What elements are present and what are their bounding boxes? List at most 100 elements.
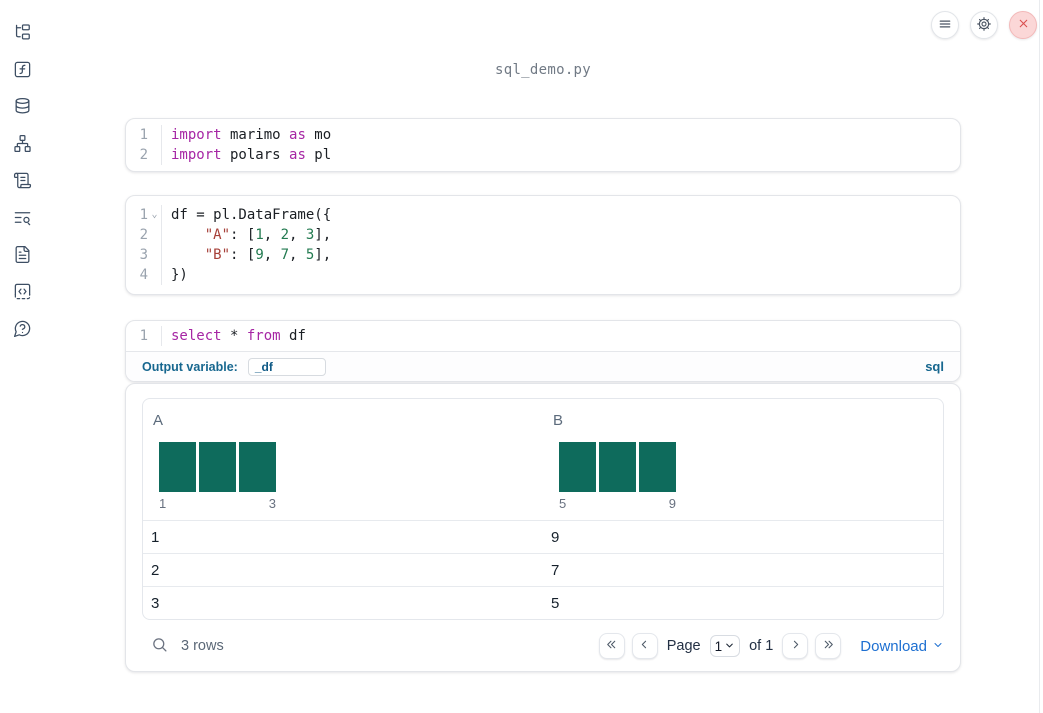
sidebar-item-outline[interactable] [13,172,32,191]
code-text: df = pl.DataFrame({ [161,205,960,225]
token: * [221,328,247,344]
token: df = pl.DataFrame({ [171,207,332,223]
sidebar-item-logs[interactable] [13,209,32,228]
token: , [289,227,306,243]
table-search-button[interactable] [151,636,168,656]
fold-gutter [148,145,161,165]
output-variable-input[interactable]: _df [247,357,326,376]
hist-max-label: 3 [268,496,276,511]
token: pl [305,147,332,163]
hist-axis-labels: 13 [159,496,276,511]
notebook-filename: sql_demo.py [494,62,592,78]
row-count: 3 rows [181,638,224,654]
hist-bar [599,442,636,492]
token: polars [221,147,290,163]
search-icon [151,636,168,656]
folder-tree-icon [13,23,32,45]
output-panel: A13B59 192735 3 rows Page 1 of 1 Downloa… [125,383,961,672]
token: 9 [255,247,264,263]
code-line: 1 ⌄ df = pl.DataFrame({ [126,205,960,225]
code-editor[interactable]: 1 ⌄ df = pl.DataFrame({2 "A": [1, 2, 3], 3 … [126,196,960,294]
scroll-icon [13,171,32,193]
page-label: Page [666,638,701,654]
code-line: 2 "A": [1, 2, 3], [126,225,960,245]
token: 1 [255,227,264,243]
token: from [246,328,281,344]
next-page-button[interactable] [782,633,809,659]
shutdown-button[interactable] [1009,11,1037,39]
chevrons-right-icon [822,638,835,654]
chevrons-left-icon [605,638,618,654]
hist-axis-labels: 59 [559,496,676,511]
chevron-down-icon [724,639,735,654]
sql-editor[interactable]: 1 select * from df [126,321,960,351]
table-row: 19 [143,521,943,554]
line-number: 1 [139,207,148,223]
token: ], [314,227,332,243]
fold-gutter [148,326,161,346]
code-cell-imports: 1 import marimo as mo 2 import polars as pl [125,118,961,172]
table-cell: 1 [151,528,160,546]
helper-sidebar [0,0,44,713]
download-label: Download [860,637,927,655]
fold-chevron-icon[interactable]: ⌄ [148,205,161,225]
column-header-cell[interactable]: A 13 [143,399,543,520]
sql-cell-footer: Output variable: _df sql [126,351,960,381]
sidebar-item-datasources[interactable] [13,97,32,117]
code-editor[interactable]: 1 import marimo as mo 2 import polars as pl [126,119,960,171]
close-icon [1017,17,1030,33]
sidebar-item-variables[interactable] [13,61,32,80]
sidebar-item-file-explorer[interactable] [13,23,32,45]
code-line: 1 import marimo as mo [126,125,960,145]
hist-bar [559,442,596,492]
token: import [171,127,222,143]
sidebar-item-dependencies[interactable] [13,134,32,156]
sql-cell: 1 select * from df Output variable: _df s… [125,320,961,382]
hist-bar [199,442,236,492]
chevron-right-icon [789,638,802,654]
settings-button[interactable] [970,11,998,39]
line-number: 1 [139,328,148,344]
chevron-down-icon [932,638,944,655]
line-number: 2 [139,147,148,163]
fold-gutter [148,125,161,145]
sidebar-item-snippets[interactable] [13,283,32,302]
previous-page-button[interactable] [631,633,658,659]
table-cell: 2 [151,561,160,579]
hist-bar [639,442,676,492]
sidebar-item-help[interactable] [13,320,32,339]
code-text: select * from df [161,326,960,346]
line-number: 1 [139,127,148,143]
chevron-left-icon [638,638,651,654]
last-page-button[interactable] [815,633,842,659]
download-button[interactable]: Download [860,638,944,655]
table-cell: 5 [551,595,560,612]
hist-bar [239,442,276,492]
first-page-button[interactable] [598,633,625,659]
token: }) [171,267,188,283]
token: , [263,227,281,243]
table-footer: 3 rows Page 1 of 1 Download [142,629,944,663]
code-text: }) [161,265,960,285]
token: "B" [204,247,231,263]
token: : [ [230,227,256,243]
right-edge-divider [1039,0,1040,713]
column-label: B [553,412,564,429]
token: mo [305,127,332,143]
help-circle-icon [13,319,32,341]
page-select[interactable]: 1 [709,635,741,657]
hist-max-label: 9 [668,496,676,511]
file-text-icon [13,245,32,267]
table-cell: 3 [151,595,160,612]
fold-gutter [148,225,161,245]
column-header-cell[interactable]: B 59 [543,399,943,520]
sidebar-item-documentation[interactable] [13,245,32,267]
hist-bar [159,442,196,492]
code-line: 3 "B": [9, 7, 5], [126,245,960,265]
code-text: import marimo as mo [161,125,960,145]
column-label: A [153,412,164,429]
network-icon [13,134,32,156]
token: 2 [280,227,290,243]
text-search-icon [13,208,32,230]
fold-gutter [148,245,161,265]
